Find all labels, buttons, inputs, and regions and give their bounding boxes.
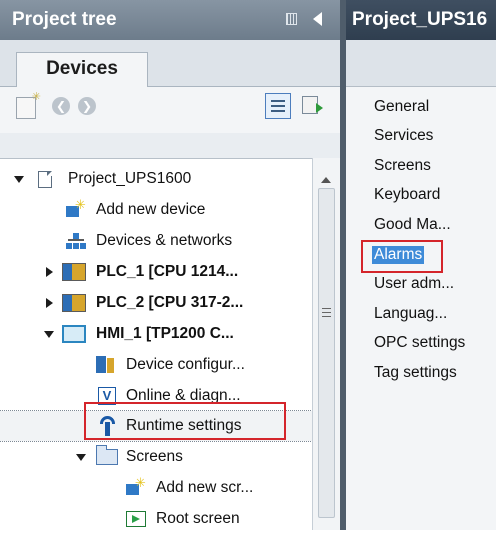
- project-tree-header: Project tree: [0, 0, 340, 40]
- tree-scrollbar[interactable]: [312, 158, 340, 530]
- expand-arrow-icon[interactable]: [46, 267, 53, 277]
- tab-devices[interactable]: Devices: [16, 52, 148, 87]
- tree-item-label: PLC_1 [CPU 1214...: [96, 263, 239, 280]
- forward-icon[interactable]: ❯: [78, 97, 96, 115]
- project-icon: [38, 171, 52, 188]
- editor-header: Project_UPS16: [346, 0, 496, 40]
- expand-arrow-icon[interactable]: [46, 298, 53, 308]
- hmi-icon: [62, 325, 86, 343]
- nav-item-user-administration[interactable]: User adm...: [374, 275, 454, 293]
- expand-arrow-icon[interactable]: [44, 331, 54, 338]
- tree-item-label: Project_UPS1600: [68, 170, 192, 187]
- nav-item-good-manufacturing[interactable]: Good Ma...: [374, 216, 451, 234]
- nav-item-language[interactable]: Languag...: [374, 305, 447, 323]
- plc-icon: [62, 263, 86, 281]
- export-icon[interactable]: [302, 96, 323, 114]
- details-view-icon[interactable]: [265, 93, 291, 119]
- tree-item-label: Device configur...: [126, 356, 245, 373]
- plc-icon: [62, 294, 86, 312]
- highlight-box-alarms: [361, 240, 443, 273]
- tree-item-label: Root screen: [156, 510, 240, 527]
- tree-item-label: Add new scr...: [156, 479, 254, 496]
- nav-item-keyboard[interactable]: Keyboard: [374, 186, 440, 204]
- add-device-icon: [66, 197, 86, 218]
- highlight-box-runtime-settings: [84, 402, 286, 440]
- scroll-up-icon[interactable]: [321, 177, 331, 183]
- nav-item-opc-settings[interactable]: OPC settings: [374, 334, 465, 352]
- runtime-settings-nav: General Services Screens Keyboard Good M…: [346, 87, 496, 530]
- project-tree-panel: Project tree Devices ❮ ❯ Project_UPS1600…: [0, 0, 340, 531]
- pane-layout-icon[interactable]: [286, 13, 297, 25]
- add-screen-icon: [126, 475, 146, 496]
- project-tree-title: Project tree: [12, 9, 117, 30]
- tree-item-project[interactable]: Project_UPS1600: [0, 164, 312, 194]
- back-icon[interactable]: ❮: [52, 97, 70, 115]
- tree-item-label: PLC_2 [CPU 317-2...: [96, 294, 244, 311]
- editor-strip: [346, 40, 496, 87]
- tree-item-hmi-1[interactable]: HMI_1 [TP1200 C...: [0, 319, 312, 349]
- new-folder-icon[interactable]: [16, 90, 41, 119]
- tree-item-label: Screens: [126, 448, 183, 465]
- expand-arrow-icon[interactable]: [76, 454, 86, 461]
- tree-item-plc-2[interactable]: PLC_2 [CPU 317-2...: [0, 288, 312, 318]
- tree-item-screens[interactable]: Screens: [0, 442, 312, 472]
- collapse-left-icon[interactable]: [313, 12, 322, 26]
- nav-item-screens[interactable]: Screens: [374, 157, 431, 175]
- nav-item-general[interactable]: General: [374, 98, 429, 116]
- expand-arrow-icon[interactable]: [14, 176, 24, 183]
- tree-item-label: HMI_1 [TP1200 C...: [96, 325, 234, 342]
- grip-icon: [322, 308, 331, 317]
- tree-item-add-new-device[interactable]: Add new device: [0, 195, 312, 225]
- network-icon: [66, 233, 86, 249]
- tree-item-label: Devices & networks: [96, 232, 233, 249]
- project-tree-toolbar: ❮ ❯: [0, 87, 340, 133]
- tree-item-label: Add new device: [96, 201, 206, 218]
- screen-icon: [126, 511, 146, 527]
- tab-strip: Devices: [0, 40, 340, 87]
- folder-icon: [96, 445, 118, 465]
- tree-item-add-new-screen[interactable]: Add new scr...: [0, 473, 312, 503]
- device-config-icon: [96, 356, 116, 374]
- nav-item-tag-settings[interactable]: Tag settings: [374, 364, 457, 382]
- tree-item-plc-1[interactable]: PLC_1 [CPU 1214...: [0, 257, 312, 287]
- editor-title: Project_UPS16: [352, 9, 488, 30]
- tree-spacer: [0, 133, 340, 158]
- tree-item-devices-networks[interactable]: Devices & networks: [0, 226, 312, 256]
- scrollbar-thumb[interactable]: [318, 188, 335, 518]
- tree-item-device-configuration[interactable]: Device configur...: [0, 350, 312, 380]
- project-tree-list: Project_UPS1600 Add new device Devices &…: [0, 158, 313, 531]
- nav-item-services[interactable]: Services: [374, 127, 433, 145]
